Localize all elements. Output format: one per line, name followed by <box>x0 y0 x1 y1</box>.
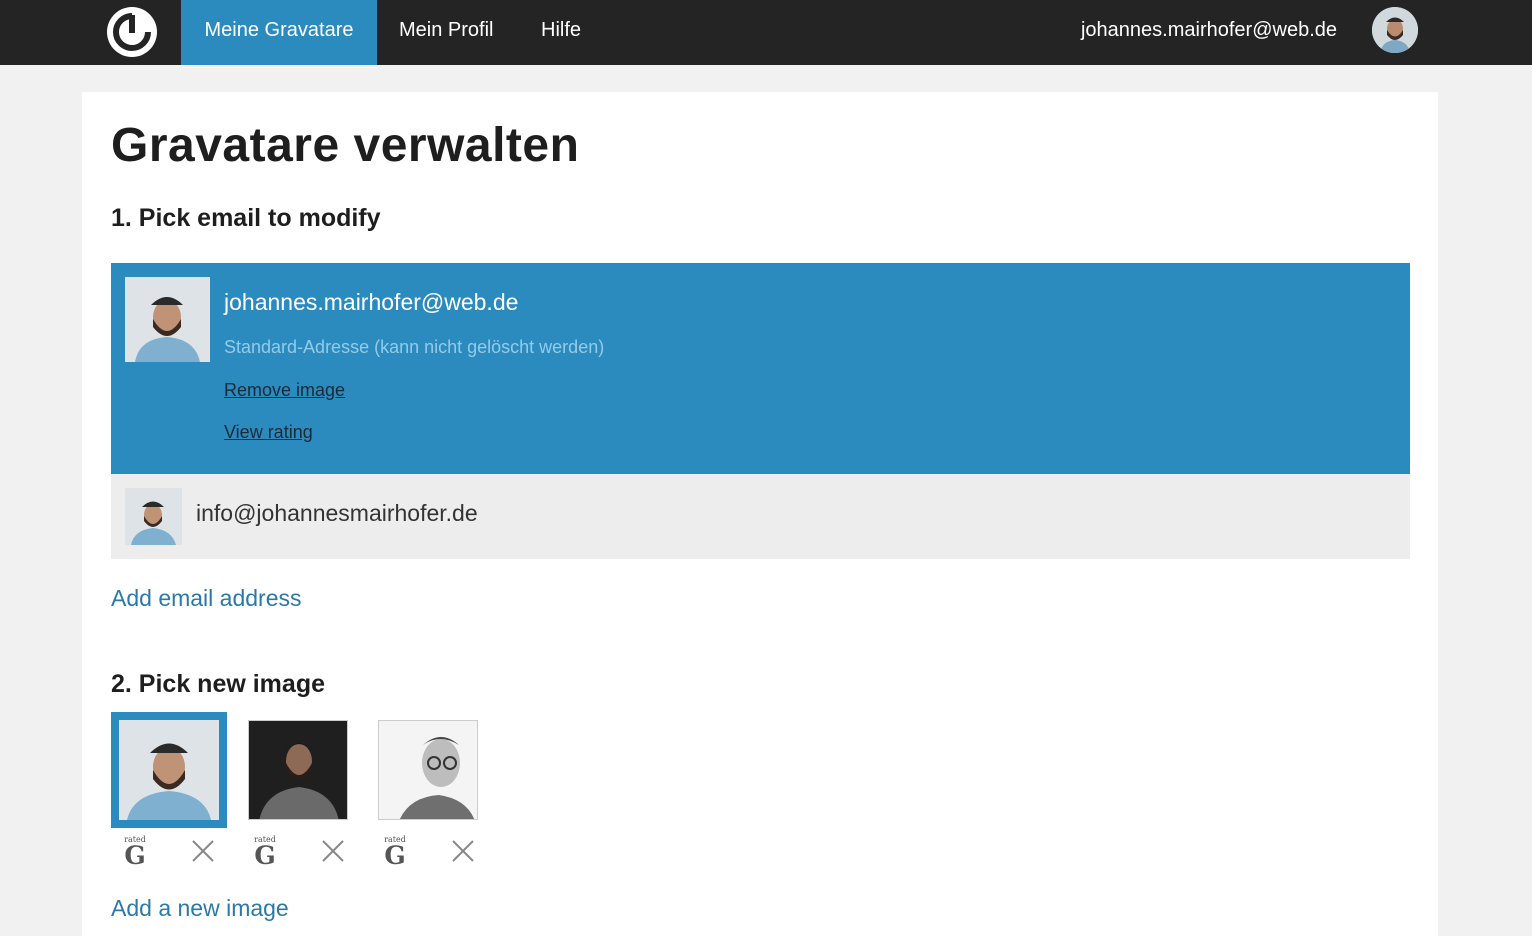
email-avatar-thumbnail <box>125 488 182 545</box>
default-address-note: Standard-Adresse (kann nicht gelöscht we… <box>224 337 605 357</box>
content-card: Gravatare verwalten 1. Pick email to mod… <box>82 92 1438 936</box>
email-address: info@johannesmairhofer.de <box>196 500 478 526</box>
image-option-selected[interactable] <box>111 712 227 828</box>
image-thumbnail <box>248 720 348 820</box>
delete-image-icon[interactable] <box>190 838 216 864</box>
top-navigation-bar: Meine Gravatare Mein Profil Hilfe johann… <box>0 0 1532 65</box>
delete-image-icon[interactable] <box>320 838 346 864</box>
view-rating-link[interactable]: View rating <box>224 422 313 443</box>
nav-mein-profil[interactable]: Mein Profil <box>399 0 493 65</box>
step-2-title: 2. Pick new image <box>111 670 325 698</box>
page-title: Gravatare verwalten <box>111 119 580 172</box>
rating-g-badge[interactable]: rated G <box>383 836 407 869</box>
delete-image-icon[interactable] <box>450 838 476 864</box>
image-option[interactable] <box>240 712 356 828</box>
email-row-selected[interactable]: johannes.mairhofer@web.de Standard-Adres… <box>111 263 1410 474</box>
nav-hilfe[interactable]: Hilfe <box>541 0 581 65</box>
email-avatar-thumbnail <box>125 277 210 362</box>
portrait-icon <box>125 488 182 545</box>
selected-email-address: johannes.mairhofer@web.de <box>224 289 519 315</box>
image-option[interactable] <box>370 712 486 828</box>
user-avatar[interactable] <box>1372 7 1418 53</box>
step-1-title: 1. Pick email to modify <box>111 204 381 232</box>
add-new-image-link[interactable]: Add a new image <box>111 895 289 922</box>
nav-meine-gravatare[interactable]: Meine Gravatare <box>181 0 377 65</box>
remove-image-link[interactable]: Remove image <box>224 380 345 401</box>
add-email-address-link[interactable]: Add email address <box>111 585 302 612</box>
portrait-icon <box>119 720 219 820</box>
image-thumbnail <box>378 720 478 820</box>
email-row[interactable]: info@johannesmairhofer.de <box>111 474 1410 559</box>
rating-g-badge[interactable]: rated G <box>253 836 277 869</box>
portrait-icon <box>249 721 347 819</box>
gravatar-logo-icon[interactable] <box>106 6 158 58</box>
image-thumbnail <box>119 720 219 820</box>
portrait-icon <box>125 277 210 362</box>
portrait-icon <box>379 721 477 819</box>
rating-g-badge[interactable]: rated G <box>123 836 147 869</box>
user-email[interactable]: johannes.mairhofer@web.de <box>1081 0 1337 60</box>
avatar-portrait-icon <box>1372 7 1418 53</box>
